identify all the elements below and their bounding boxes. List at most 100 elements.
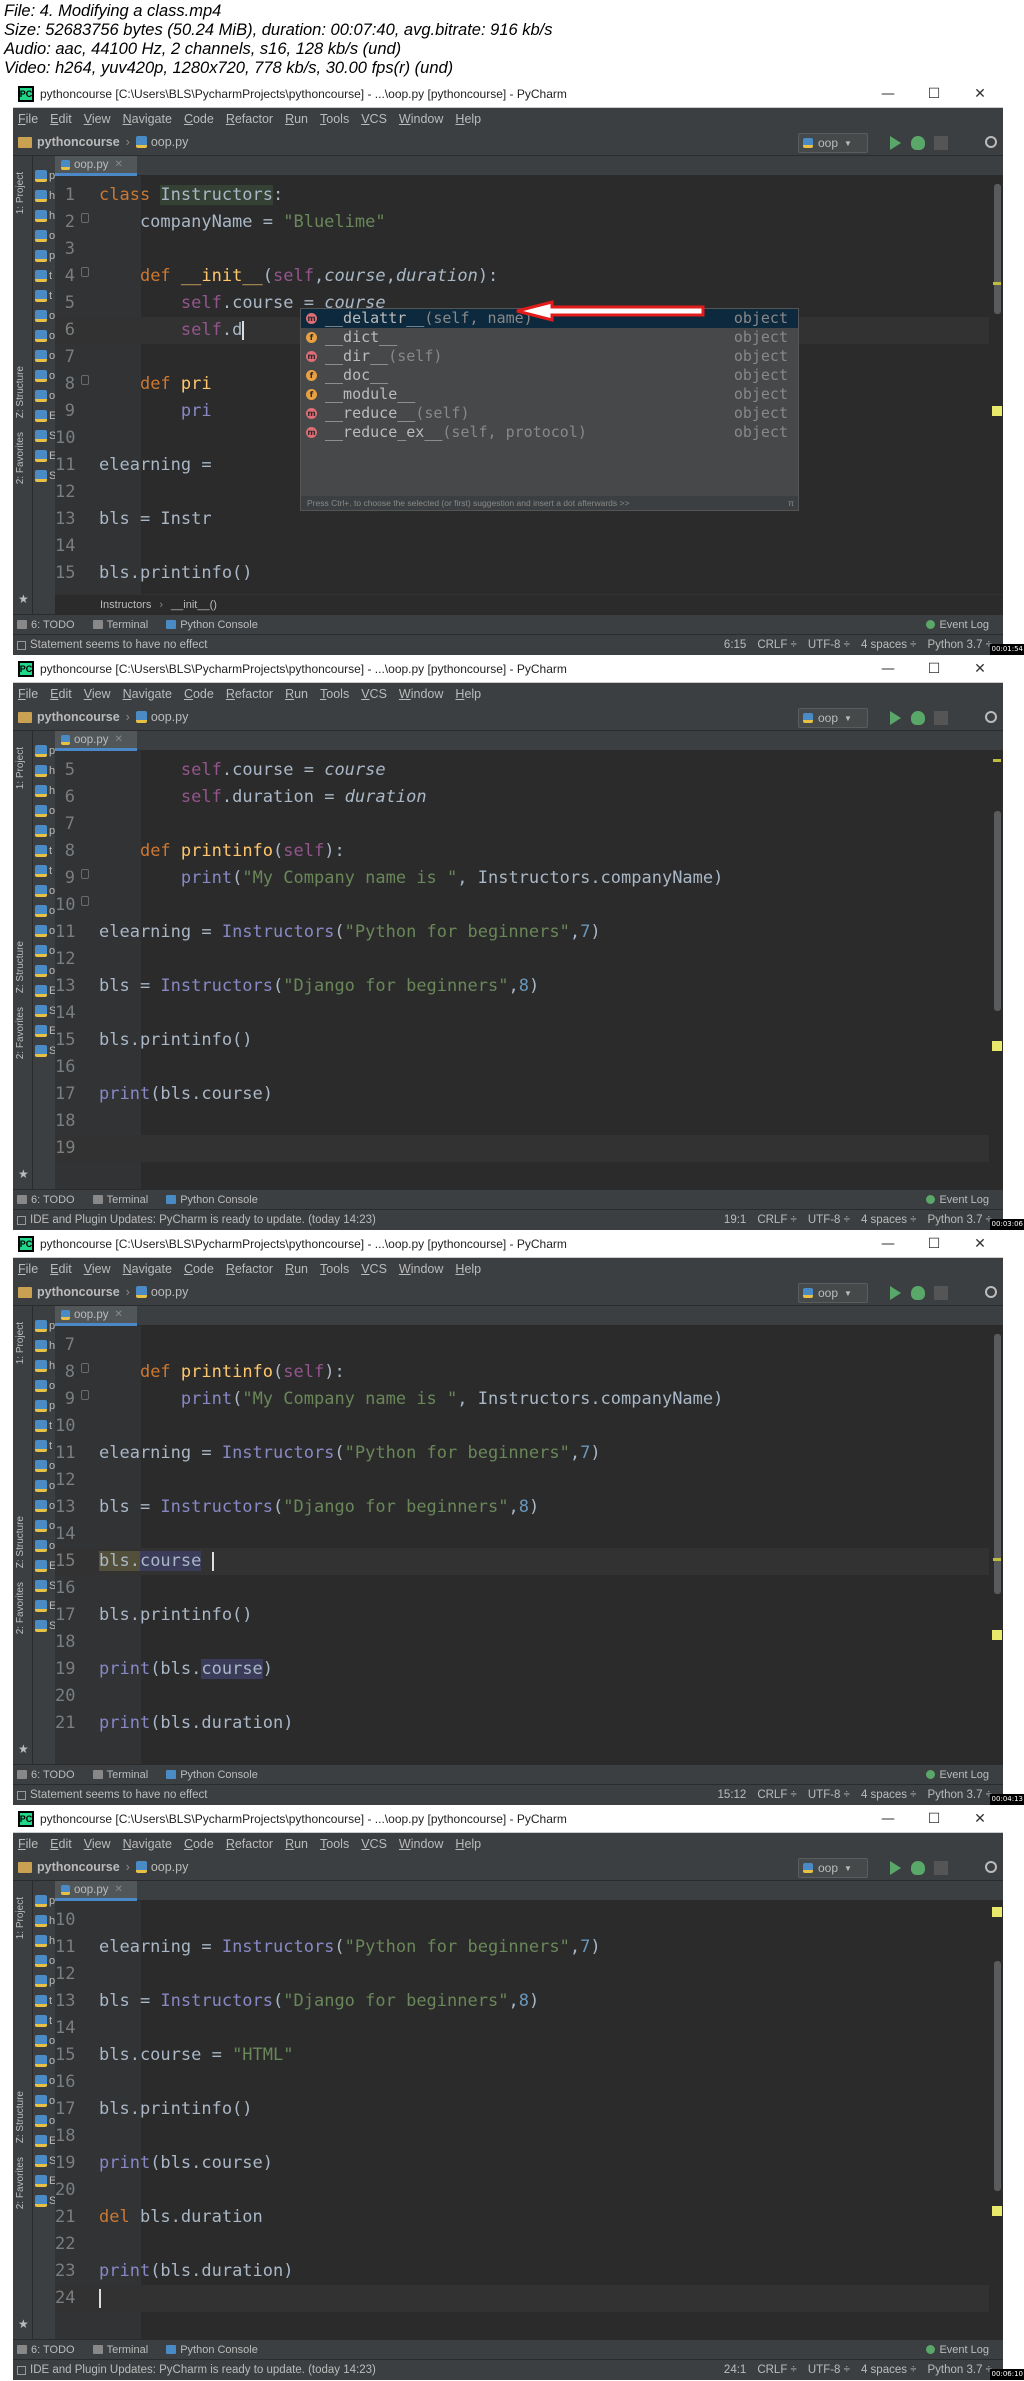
code-line[interactable]: 12 bbox=[55, 946, 1003, 973]
minimize-button[interactable]: — bbox=[865, 86, 911, 102]
stop-button[interactable] bbox=[934, 1861, 948, 1875]
run-button[interactable] bbox=[890, 1861, 901, 1875]
caret-position[interactable]: 24:1 bbox=[724, 2364, 746, 2376]
code-editor[interactable]: 5 self.course = course 6 self.duration = … bbox=[55, 751, 1003, 1189]
code-line[interactable]: 1 class Instructors: bbox=[55, 182, 1003, 209]
project-tree-item[interactable]: o bbox=[33, 1476, 55, 1496]
run-button[interactable] bbox=[890, 136, 901, 150]
project-tree-item[interactable]: E bbox=[33, 1556, 55, 1576]
code-line[interactable]: 23 print(bls.duration) bbox=[55, 2258, 1003, 2285]
project-tree-item[interactable]: o bbox=[33, 1456, 55, 1476]
menu-edit[interactable]: Edit bbox=[50, 1262, 72, 1276]
completion-item[interactable]: m __dir__(self) object bbox=[301, 347, 798, 366]
nav-file[interactable]: oop.py bbox=[151, 1860, 189, 1874]
file-encoding[interactable]: UTF-8 ÷ bbox=[808, 1214, 850, 1226]
menu-edit[interactable]: Edit bbox=[50, 112, 72, 126]
project-tree-item[interactable]: S bbox=[33, 1576, 55, 1596]
close-button[interactable]: ✕ bbox=[957, 86, 1003, 102]
project-tree-item[interactable]: o bbox=[33, 961, 55, 981]
menu-tools[interactable]: Tools bbox=[320, 1837, 349, 1851]
menu-run[interactable]: Run bbox=[285, 112, 308, 126]
nav-project[interactable]: pythoncourse bbox=[37, 1860, 120, 1874]
event-log-button[interactable]: Event Log bbox=[926, 1769, 989, 1781]
project-tree-item[interactable]: o bbox=[33, 346, 55, 366]
menu-tools[interactable]: Tools bbox=[320, 687, 349, 701]
menu-window[interactable]: Window bbox=[399, 1837, 443, 1851]
minimize-button[interactable]: — bbox=[865, 661, 911, 677]
file-encoding[interactable]: UTF-8 ÷ bbox=[808, 2364, 850, 2376]
code-line[interactable]: 18 bbox=[55, 1108, 1003, 1135]
fold-marker-icon[interactable] bbox=[81, 869, 89, 879]
todo-tool-button[interactable]: 6: TODO bbox=[17, 619, 75, 631]
project-tree-item[interactable]: Scra bbox=[33, 466, 55, 486]
completion-item[interactable]: f __module__ object bbox=[301, 385, 798, 404]
fold-marker-icon[interactable] bbox=[81, 267, 89, 277]
terminal-tool-button[interactable]: Terminal bbox=[92, 2344, 148, 2356]
project-tree-item[interactable]: S bbox=[33, 426, 55, 446]
caret-position[interactable]: 15:12 bbox=[718, 1789, 747, 1801]
event-log-button[interactable]: Event Log bbox=[926, 1194, 989, 1206]
code-line[interactable]: 7 bbox=[55, 1332, 1003, 1359]
code-line[interactable]: 13 bls = Instructors("Django for beginner… bbox=[55, 1988, 1003, 2015]
code-line[interactable]: 15 bls.course = "HTML" bbox=[55, 2042, 1003, 2069]
menu-refactor[interactable]: Refactor bbox=[226, 112, 273, 126]
menu-code[interactable]: Code bbox=[184, 687, 214, 701]
code-line[interactable]: 13 bls = Instructors("Django for beginner… bbox=[55, 973, 1003, 1000]
project-tree-item[interactable]: t bbox=[33, 2011, 55, 2031]
code-line[interactable]: 17 print(bls.course) bbox=[55, 1081, 1003, 1108]
code-line[interactable]: 15 bls.course bbox=[55, 1548, 1003, 1575]
completion-item[interactable]: m __reduce__(self) object bbox=[301, 404, 798, 423]
project-tree-item[interactable]: o bbox=[33, 1376, 55, 1396]
maximize-button[interactable]: ☐ bbox=[911, 1811, 957, 1827]
project-tree-item[interactable]: o bbox=[33, 941, 55, 961]
project-tree-item[interactable]: E bbox=[33, 406, 55, 426]
line-separator[interactable]: CRLF ÷ bbox=[757, 2364, 797, 2376]
breadcrumb-item[interactable]: __init__() bbox=[171, 599, 217, 611]
status-box-icon[interactable] bbox=[17, 640, 26, 650]
project-tree-item[interactable]: pyth bbox=[33, 166, 55, 186]
debug-button[interactable] bbox=[911, 711, 925, 725]
run-button[interactable] bbox=[890, 711, 901, 725]
structure-tool-tab[interactable]: Z: Structure bbox=[15, 366, 26, 418]
minimize-button[interactable]: — bbox=[865, 1811, 911, 1827]
stop-button[interactable] bbox=[934, 711, 948, 725]
menu-help[interactable]: Help bbox=[455, 1262, 481, 1276]
indent-setting[interactable]: 4 spaces ÷ bbox=[861, 1214, 917, 1226]
project-tree-item[interactable]: Exte bbox=[33, 1021, 55, 1041]
project-tree-item[interactable]: p bbox=[33, 1971, 55, 1991]
search-icon[interactable] bbox=[985, 1286, 997, 1298]
project-tree-item[interactable]: t bbox=[33, 286, 55, 306]
interpreter-setting[interactable]: Python 3.7 ÷ bbox=[928, 2364, 993, 2376]
code-line[interactable]: 3 bbox=[55, 236, 1003, 263]
code-line[interactable]: 17 bls.printinfo() bbox=[55, 1602, 1003, 1629]
project-tree-item[interactable]: p bbox=[33, 821, 55, 841]
run-config-select[interactable]: oop ▼ bbox=[798, 133, 868, 153]
project-tree-item[interactable]: o bbox=[33, 2031, 55, 2051]
search-icon[interactable] bbox=[985, 1861, 997, 1873]
terminal-tool-button[interactable]: Terminal bbox=[92, 1769, 148, 1781]
menu-edit[interactable]: Edit bbox=[50, 687, 72, 701]
menu-help[interactable]: Help bbox=[455, 687, 481, 701]
code-line[interactable]: 8 def printinfo(self): bbox=[55, 838, 1003, 865]
nav-file[interactable]: oop.py bbox=[151, 135, 189, 149]
menu-file[interactable]: File bbox=[18, 112, 38, 126]
code-line[interactable]: 14 bbox=[55, 1000, 1003, 1027]
favorites-tool-tab[interactable]: 2: Favorites bbox=[15, 1582, 26, 1634]
tab-oop-py[interactable]: oop.py ✕ bbox=[55, 731, 137, 751]
menu-run[interactable]: Run bbox=[285, 1837, 308, 1851]
code-line[interactable]: 2 companyName = "Bluelime" bbox=[55, 209, 1003, 236]
code-line[interactable]: 16 bbox=[55, 1575, 1003, 1602]
project-tree-item[interactable]: o bbox=[33, 801, 55, 821]
fold-marker-icon[interactable] bbox=[81, 375, 89, 385]
project-tree-item[interactable]: h bbox=[33, 1336, 55, 1356]
status-box-icon[interactable] bbox=[17, 1215, 26, 1225]
caret-position[interactable]: 6:15 bbox=[724, 639, 746, 651]
project-tree-item[interactable]: Scra bbox=[33, 2191, 55, 2211]
code-line[interactable]: 13 bls = Instructors("Django for beginner… bbox=[55, 1494, 1003, 1521]
project-tree-item[interactable]: o bbox=[33, 1516, 55, 1536]
scroll-thumb[interactable] bbox=[994, 184, 1001, 314]
code-line[interactable]: 18 bbox=[55, 2123, 1003, 2150]
run-config-select[interactable]: oop ▼ bbox=[798, 1283, 868, 1303]
indent-setting[interactable]: 4 spaces ÷ bbox=[861, 1789, 917, 1801]
structure-tool-tab[interactable]: Z: Structure bbox=[15, 1516, 26, 1568]
